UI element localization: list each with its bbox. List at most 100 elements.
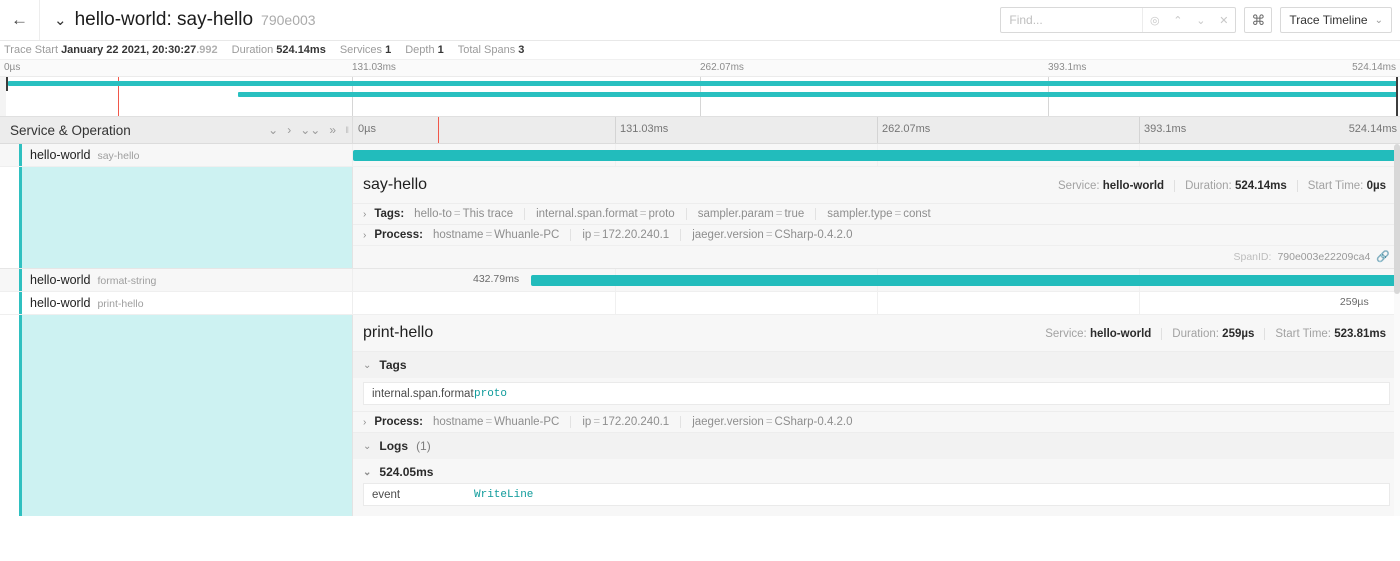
summary-services: Services 1 xyxy=(340,44,391,56)
kv-chip-value: CSharp-0.4.2.0 xyxy=(775,229,853,241)
total-spans-value: 3 xyxy=(518,44,524,56)
span-id-label: SpanID: xyxy=(1233,251,1271,263)
timeline-ruler[interactable]: 0µs 131.03ms 262.07ms 393.1ms 524.14ms xyxy=(352,117,1400,143)
tag-key: internal.span.format xyxy=(364,388,474,400)
chevron-right-icon[interactable]: › xyxy=(287,123,291,137)
minimap-ruler: 0µs 131.03ms 262.07ms 393.1ms 524.14ms xyxy=(0,60,1400,77)
chevron-right-icon[interactable]: › xyxy=(363,417,366,428)
service-label: Service: xyxy=(1045,328,1087,340)
span-row-label-cell[interactable]: hello-world say-hello xyxy=(0,144,352,166)
summary-depth: Depth 1 xyxy=(405,44,444,56)
link-icon[interactable]: 🔗 xyxy=(1376,250,1390,263)
log-note: Log timestamps are relative to the start… xyxy=(353,512,1400,516)
total-spans-label: Total Spans xyxy=(458,44,515,56)
logs-label: Logs xyxy=(379,439,408,453)
kv-chip-key: ip xyxy=(582,416,591,428)
span-detail-panel-print-hello: print-hello Service: hello-world Duratio… xyxy=(0,315,1400,516)
detail-span-name: print-hello xyxy=(363,324,1035,342)
log-timestamp-row[interactable]: ⌄ 524.05ms xyxy=(363,459,1400,483)
detail-content: say-hello Service: hello-world Duration:… xyxy=(352,167,1400,268)
process-list: hostname=Whuanle-PCip=172.20.240.1jaeger… xyxy=(431,229,864,241)
double-chevron-right-icon[interactable]: » xyxy=(329,123,336,137)
depth-value: 1 xyxy=(438,44,444,56)
kv-chip-equals: = xyxy=(764,229,775,241)
trace-start-label: Trace Start xyxy=(4,44,58,56)
tags-section-header[interactable]: ⌄ Tags xyxy=(353,351,1400,378)
span-bar[interactable] xyxy=(353,150,1400,161)
keyboard-shortcuts-button[interactable]: ⌘ xyxy=(1244,7,1272,33)
span-row-bar-cell[interactable]: 259µs xyxy=(352,292,1400,314)
back-button[interactable]: ← xyxy=(0,0,40,40)
kv-chip-key: jaeger.version xyxy=(692,229,764,241)
span-row-bar-cell[interactable]: 432.79ms xyxy=(352,269,1400,291)
chevron-down-icon[interactable]: ⌄ xyxy=(54,13,67,28)
row-gridline xyxy=(877,292,878,314)
ruler-gridline xyxy=(615,117,616,143)
table-row[interactable]: hello-world say-hello xyxy=(0,144,1400,167)
trace-id: 790e003 xyxy=(261,12,316,28)
logs-section-header[interactable]: ⌄ Logs (1) xyxy=(353,432,1400,459)
vertical-scrollbar[interactable] xyxy=(1394,144,1400,516)
view-mode-select[interactable]: Trace Timeline ⌄ xyxy=(1280,7,1392,33)
search-input[interactable] xyxy=(1001,13,1142,27)
kv-chip-value: 172.20.240.1 xyxy=(602,416,669,428)
kv-chip: hostname=Whuanle-PC xyxy=(431,229,570,241)
minimap-span-bar xyxy=(8,81,1397,86)
chevron-up-icon[interactable]: ⌃ xyxy=(1166,8,1189,32)
column-resize-handle[interactable]: ‖ xyxy=(345,125,348,135)
chevron-down-icon[interactable]: ⌄ xyxy=(363,441,371,452)
close-icon[interactable]: ✕ xyxy=(1212,8,1235,32)
span-row-label-cell[interactable]: hello-world print-hello xyxy=(0,292,352,314)
kv-chip-key: internal.span.format xyxy=(536,208,638,220)
kv-chip: hostname=Whuanle-PC xyxy=(431,416,570,428)
kv-chip-value: true xyxy=(784,208,804,220)
chevron-right-icon[interactable]: › xyxy=(363,230,366,241)
span-rows-area[interactable]: hello-world say-hello say-hello Service:… xyxy=(0,144,1400,516)
target-icon[interactable]: ◎ xyxy=(1143,8,1166,32)
span-bar[interactable] xyxy=(531,275,1398,286)
detail-duration: Duration: 259µs xyxy=(1161,328,1264,340)
timeline-column-header: Service & Operation ⌄ › ⌄⌄ » ‖ 0µs 131.0… xyxy=(0,117,1400,144)
tags-list: hello-to=This traceinternal.span.format=… xyxy=(412,208,942,220)
process-row[interactable]: › Process: hostname=Whuanle-PCip=172.20.… xyxy=(353,224,1400,245)
chevron-down-icon[interactable]: ⌄ xyxy=(363,467,371,478)
process-label: Process: xyxy=(374,229,423,241)
minimap-right-handle[interactable] xyxy=(1396,77,1398,116)
double-chevron-down-icon[interactable]: ⌄⌄ xyxy=(300,123,320,137)
span-row-label-cell[interactable]: hello-world format-string xyxy=(0,269,352,291)
detail-span-name: say-hello xyxy=(363,176,1048,194)
tags-row[interactable]: › Tags: hello-to=This traceinternal.span… xyxy=(353,203,1400,224)
duration-value: 259µs xyxy=(1222,328,1254,340)
detail-tint-area xyxy=(22,315,352,516)
find-box[interactable]: ◎ ⌃ ⌄ ✕ xyxy=(1000,7,1236,33)
detail-gutter xyxy=(0,167,19,268)
kv-chip: jaeger.version=CSharp-0.4.2.0 xyxy=(680,416,863,428)
span-row-bar-cell[interactable] xyxy=(352,144,1400,166)
detail-gutter xyxy=(0,315,19,516)
chevron-down-icon[interactable]: ⌄ xyxy=(363,360,371,371)
chevron-right-icon[interactable]: › xyxy=(363,209,366,220)
duration-value: 524.14ms xyxy=(276,44,326,56)
table-row[interactable]: hello-world print-hello 259µs xyxy=(0,292,1400,315)
kv-chip-key: hostname xyxy=(433,229,484,241)
span-id-row: SpanID: 790e003e22209ca4 🔗 xyxy=(353,245,1400,268)
page-title: hello-world: say-hello xyxy=(75,9,253,31)
detail-start-time: Start Time: 0µs xyxy=(1297,180,1396,192)
process-row[interactable]: › Process: hostname=Whuanle-PCip=172.20.… xyxy=(353,411,1400,432)
tag-row: internal.span.formatproto xyxy=(364,383,1389,404)
kv-chip-key: sampler.param xyxy=(698,208,774,220)
start-time-label: Start Time: xyxy=(1308,180,1364,192)
trace-minimap[interactable]: 0µs 131.03ms 262.07ms 393.1ms 524.14ms xyxy=(0,60,1400,117)
scrollbar-thumb[interactable] xyxy=(1394,144,1400,294)
table-row[interactable]: hello-world format-string 432.79ms xyxy=(0,269,1400,292)
service-name: hello-world xyxy=(30,273,90,287)
kv-chip: ip=172.20.240.1 xyxy=(570,416,680,428)
chevron-down-icon[interactable]: ⌄ xyxy=(268,123,278,137)
detail-metadata: Service: hello-world Duration: 259µs Sta… xyxy=(1035,328,1396,340)
chevron-down-icon[interactable]: ⌄ xyxy=(1189,8,1212,32)
minimap-tick: 524.14ms xyxy=(1352,62,1396,73)
services-value: 1 xyxy=(385,44,391,56)
app-header: ← ⌄ hello-world: say-hello 790e003 ◎ ⌃ ⌄… xyxy=(0,0,1400,41)
kv-chip-value: This trace xyxy=(463,208,514,220)
minimap-body[interactable] xyxy=(0,77,1400,116)
